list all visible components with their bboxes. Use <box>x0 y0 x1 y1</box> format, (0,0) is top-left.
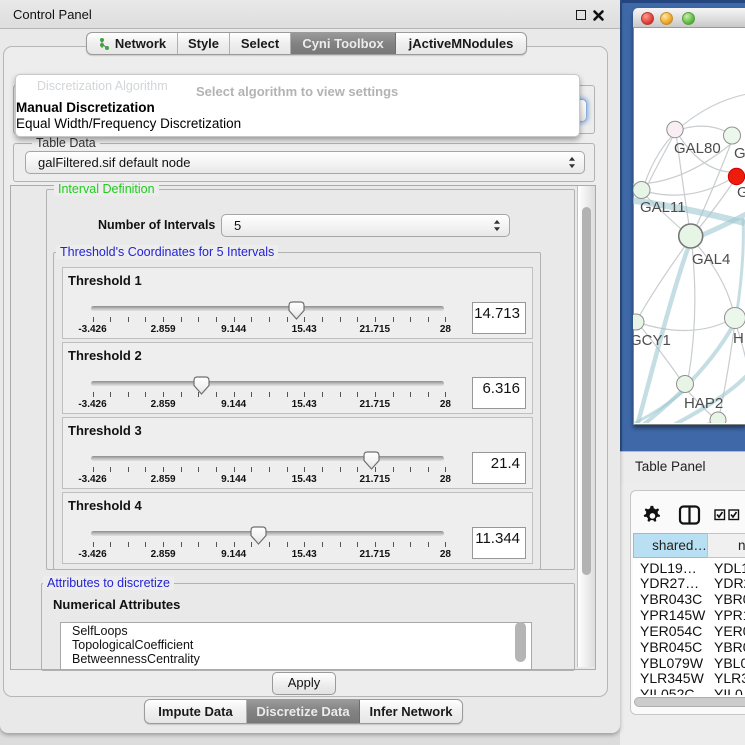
svg-text:G: G <box>737 184 745 201</box>
svg-text:H: H <box>733 330 744 347</box>
svg-text:GAL11: GAL11 <box>640 199 686 216</box>
svg-text:GAL80: GAL80 <box>674 140 721 157</box>
svg-text:GA: GA <box>734 145 745 162</box>
svg-text:GAL4: GAL4 <box>692 251 730 268</box>
svg-text:GCY1: GCY1 <box>633 332 671 349</box>
svg-text:HAP2: HAP2 <box>684 395 723 412</box>
